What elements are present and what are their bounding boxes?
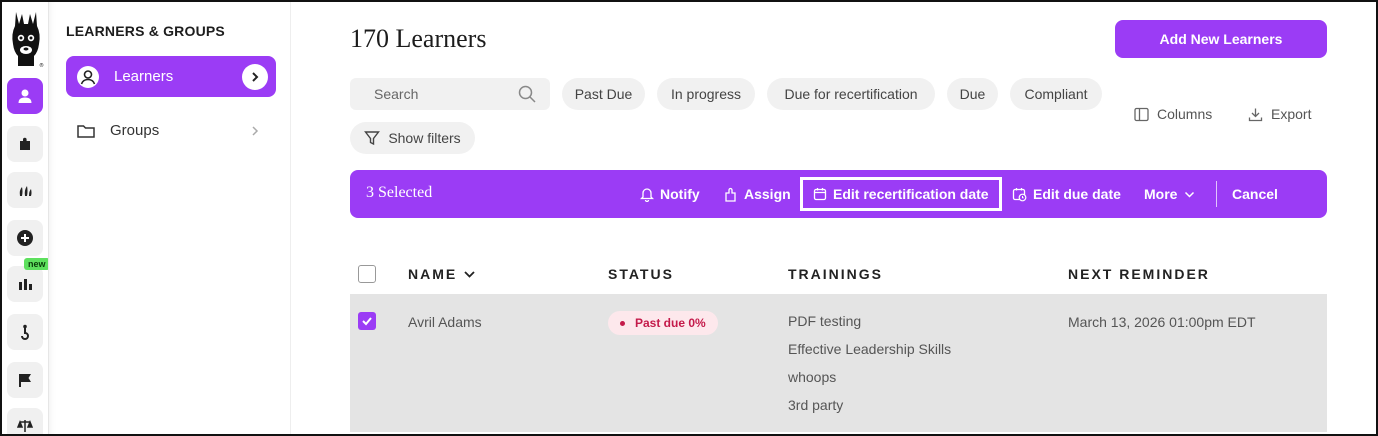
search-input[interactable]: Search — [350, 78, 550, 110]
flag-icon — [19, 374, 31, 387]
calendar-clock-icon — [1012, 187, 1027, 201]
rail-content-button[interactable] — [7, 126, 43, 162]
search-icon — [518, 85, 536, 103]
sidebar-item-groups[interactable]: Groups — [66, 110, 276, 151]
notify-label: Notify — [660, 186, 700, 202]
edit-due-date-button[interactable]: Edit due date — [1012, 170, 1121, 218]
filter-chip-due-for-recertification[interactable]: Due for recertification — [767, 78, 935, 110]
sidebar-item-label: Groups — [110, 122, 160, 139]
chevron-down-icon — [464, 270, 475, 278]
status-badge: Past due 0% — [608, 311, 718, 335]
bar-chart-icon — [19, 279, 32, 290]
cancel-button[interactable]: Cancel — [1232, 170, 1278, 218]
user-circle-icon — [77, 65, 99, 88]
rail-growth-button[interactable] — [7, 172, 43, 208]
filter-icon — [364, 131, 381, 146]
edit-due-date-label: Edit due date — [1033, 186, 1121, 202]
column-header-status[interactable]: STATUS — [608, 266, 674, 282]
rail-compliance-button[interactable] — [7, 362, 43, 398]
trainings-list: PDF testing Effective Leadership Skills … — [788, 313, 951, 425]
new-badge: new — [24, 258, 50, 270]
scale-icon — [17, 419, 33, 432]
search-placeholder: Search — [374, 86, 419, 102]
chevron-right-icon[interactable] — [242, 118, 268, 144]
plus-circle-icon — [17, 230, 33, 246]
sprout-icon — [19, 186, 32, 196]
status-label: Past due 0% — [635, 316, 706, 330]
export-button[interactable]: Export — [1248, 106, 1311, 122]
sidebar-item-label: Learners — [114, 68, 174, 85]
check-icon — [362, 317, 372, 326]
selected-count: 3 Selected — [366, 184, 433, 201]
bell-icon — [640, 187, 654, 202]
edit-recertification-date-button[interactable]: Edit recertification date — [800, 177, 1002, 211]
rail-add-button[interactable] — [7, 220, 43, 256]
table-row[interactable]: Avril Adams Past due 0% PDF testing Effe… — [350, 294, 1327, 432]
select-all-checkbox[interactable] — [358, 265, 376, 283]
svg-text:®: ® — [39, 62, 44, 68]
notify-button[interactable]: Notify — [640, 170, 700, 218]
list-item: 3rd party — [788, 397, 844, 413]
more-label: More — [1144, 186, 1178, 202]
folder-icon — [77, 124, 95, 138]
puzzle-icon — [20, 137, 30, 150]
show-filters-label: Show filters — [388, 130, 461, 146]
user-icon — [18, 89, 32, 103]
column-header-name[interactable]: NAME — [408, 266, 476, 282]
list-item: whoops — [788, 369, 837, 385]
hook-icon — [21, 324, 29, 340]
export-label: Export — [1271, 106, 1312, 122]
llama-logo-icon[interactable]: ® — [8, 10, 44, 68]
icon-rail: ® new — [2, 2, 50, 436]
column-header-name-label: NAME — [408, 266, 458, 282]
rail-reports-button[interactable] — [7, 266, 43, 302]
calendar-icon — [813, 188, 827, 201]
add-new-learners-button[interactable]: Add New Learners — [1115, 20, 1327, 58]
assign-button[interactable]: Assign — [724, 170, 791, 218]
learner-name[interactable]: Avril Adams — [408, 314, 482, 330]
row-checkbox[interactable] — [358, 312, 376, 330]
show-filters-button[interactable]: Show filters — [350, 122, 475, 154]
chevron-down-icon — [1185, 191, 1195, 198]
rail-learners-button[interactable] — [7, 78, 43, 114]
edit-recertification-label: Edit recertification date — [833, 186, 989, 202]
filter-chip-due[interactable]: Due — [947, 78, 998, 110]
more-dropdown[interactable]: More — [1144, 170, 1195, 218]
page-title: 170 Learners — [350, 24, 487, 53]
rail-integrations-button[interactable] — [7, 314, 43, 350]
sidebar: LEARNERS & GROUPS Learners Groups — [48, 2, 290, 434]
column-header-next-reminder[interactable]: NEXT REMINDER — [1068, 266, 1210, 282]
next-reminder: March 13, 2026 01:00pm EDT — [1068, 314, 1256, 330]
filter-chip-in-progress[interactable]: In progress — [657, 78, 755, 110]
columns-button[interactable]: Columns — [1134, 106, 1212, 122]
list-item: PDF testing — [788, 313, 862, 329]
sidebar-title: LEARNERS & GROUPS — [66, 23, 225, 39]
filter-chip-past-due[interactable]: Past Due — [562, 78, 645, 110]
columns-label: Columns — [1157, 106, 1213, 122]
columns-icon — [1134, 107, 1149, 121]
chevron-right-icon[interactable] — [242, 64, 268, 90]
rail-legal-button[interactable] — [7, 408, 43, 436]
column-header-trainings[interactable]: TRAININGS — [788, 266, 883, 282]
sidebar-item-learners[interactable]: Learners — [66, 56, 276, 97]
bulk-action-bar: 3 Selected Notify Assign Edit recertific… — [350, 170, 1327, 218]
assign-label: Assign — [744, 186, 791, 202]
list-item: Effective Leadership Skills — [788, 341, 952, 357]
assign-icon — [725, 187, 736, 202]
download-icon — [1248, 108, 1263, 121]
filter-chip-compliant[interactable]: Compliant — [1010, 78, 1102, 110]
